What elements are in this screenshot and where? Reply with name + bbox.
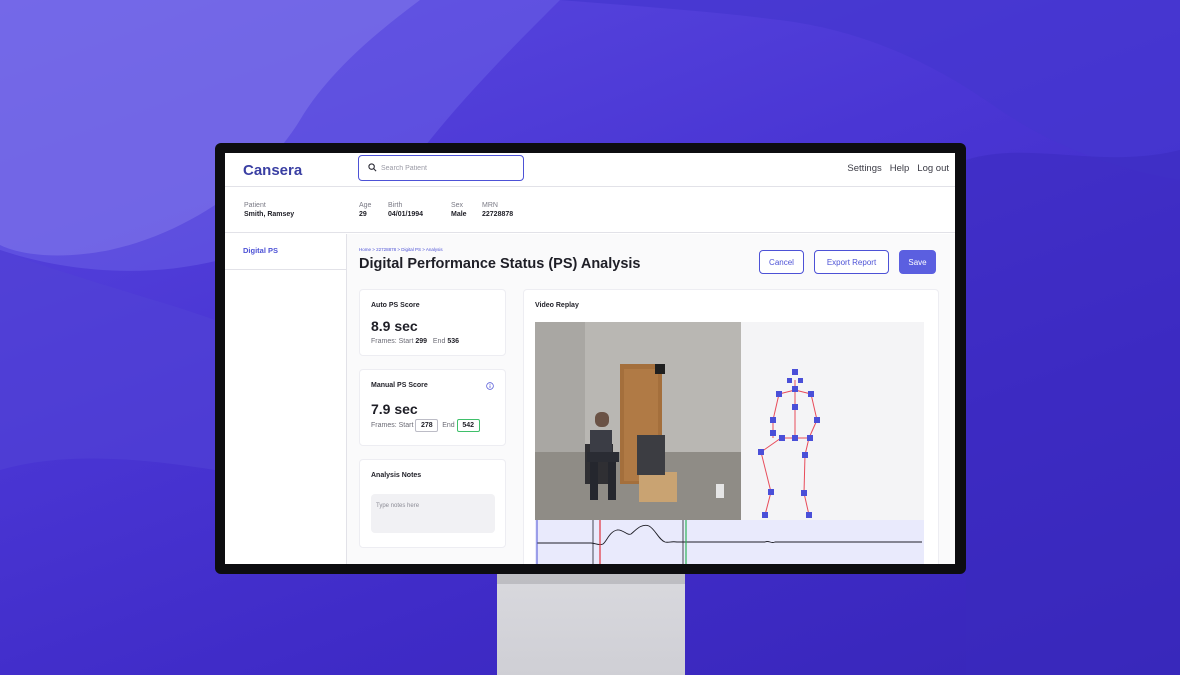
manual-start-frame-input[interactable]: 278 [415,419,439,432]
analysis-notes-card: Analysis Notes [359,459,506,548]
manual-ps-title: Manual PS Score [371,382,428,389]
auto-ps-card: Auto PS Score 8.9 sec Frames: Start 299 … [359,289,506,356]
patient-label: Patient [244,202,266,209]
birth-value: 04/01/1994 [388,211,424,218]
export-report-button[interactable]: Export Report [814,250,889,274]
sex-value: Male [451,211,467,218]
auto-ps-title: Auto PS Score [371,302,420,309]
sidebar: Digital PS [225,234,347,564]
mrn-label: MRN [482,202,498,209]
auto-frames-start-label: Frames: Start [371,338,414,345]
sidebar-item-digital-ps[interactable]: Digital PS [225,234,346,270]
auto-frames-end-label: End [432,338,446,345]
patient-name-field: Patient Smith, Ramsey [244,201,294,220]
birth-label: Birth [388,202,403,209]
search-input[interactable] [381,160,519,176]
logout-link[interactable]: Log out [917,163,949,174]
cancel-button[interactable]: Cancel [759,250,804,274]
search-icon [368,163,377,172]
manual-ps-frames: Frames: Start 278 End 542 [371,419,480,432]
patient-value: Smith, Ramsey [244,211,295,218]
manual-ps-score: 7.9 sec [371,401,418,417]
manual-frames-end-label: End [442,422,455,429]
main-content: Home > 22728878 > Digital PS > Analysis … [347,234,955,564]
page-title: Digital Performance Status (PS) Analysis [359,256,641,272]
timeline-graph [536,520,922,564]
birth-field: Birth 04/01/1994 [388,201,423,220]
breadcrumb[interactable]: Home > 22728878 > Digital PS > Analysis [359,247,443,252]
age-label: Age [359,202,372,209]
sex-field: Sex Male [451,201,467,220]
search-box[interactable] [358,155,524,181]
mrn-field: MRN 22728878 [482,201,513,220]
mrn-value: 22728878 [482,211,514,218]
app-screen: Cansera Settings Help Log out Patient Sm… [225,153,955,564]
auto-ps-frames: Frames: Start 299 End 536 [371,338,459,345]
age-field: Age 29 [359,201,371,220]
settings-link[interactable]: Settings [847,163,881,174]
top-bar: Cansera Settings Help Log out [225,153,955,187]
video-area[interactable] [535,322,924,520]
video-replay-card: Video Replay [523,289,939,564]
age-value: 29 [359,211,367,218]
monitor-stand-shadow [497,574,685,584]
sex-label: Sex [451,202,464,209]
manual-frames-start-label: Frames: Start [371,422,414,429]
info-icon[interactable] [486,382,494,390]
notes-textarea[interactable] [371,494,495,533]
monitor-stand [497,574,685,675]
manual-ps-card: Manual PS Score 7.9 sec Frames: Start 27… [359,369,506,446]
brand-logo[interactable]: Cansera [243,162,302,179]
video-frame [535,322,924,520]
video-replay-title: Video Replay [535,302,579,309]
analysis-notes-title: Analysis Notes [371,472,422,479]
auto-ps-score: 8.9 sec [371,318,418,334]
auto-frames-start-value: 299 [415,338,428,345]
help-link[interactable]: Help [890,163,910,174]
timeline-scrubber[interactable] [535,520,924,564]
patient-info-bar: Patient Smith, Ramsey Age 29 Birth 04/01… [225,188,955,233]
top-nav: Settings Help Log out [847,163,949,174]
save-button[interactable]: Save [899,250,936,274]
auto-frames-end-value: 536 [447,338,459,345]
manual-end-frame-input[interactable]: 542 [456,419,480,432]
